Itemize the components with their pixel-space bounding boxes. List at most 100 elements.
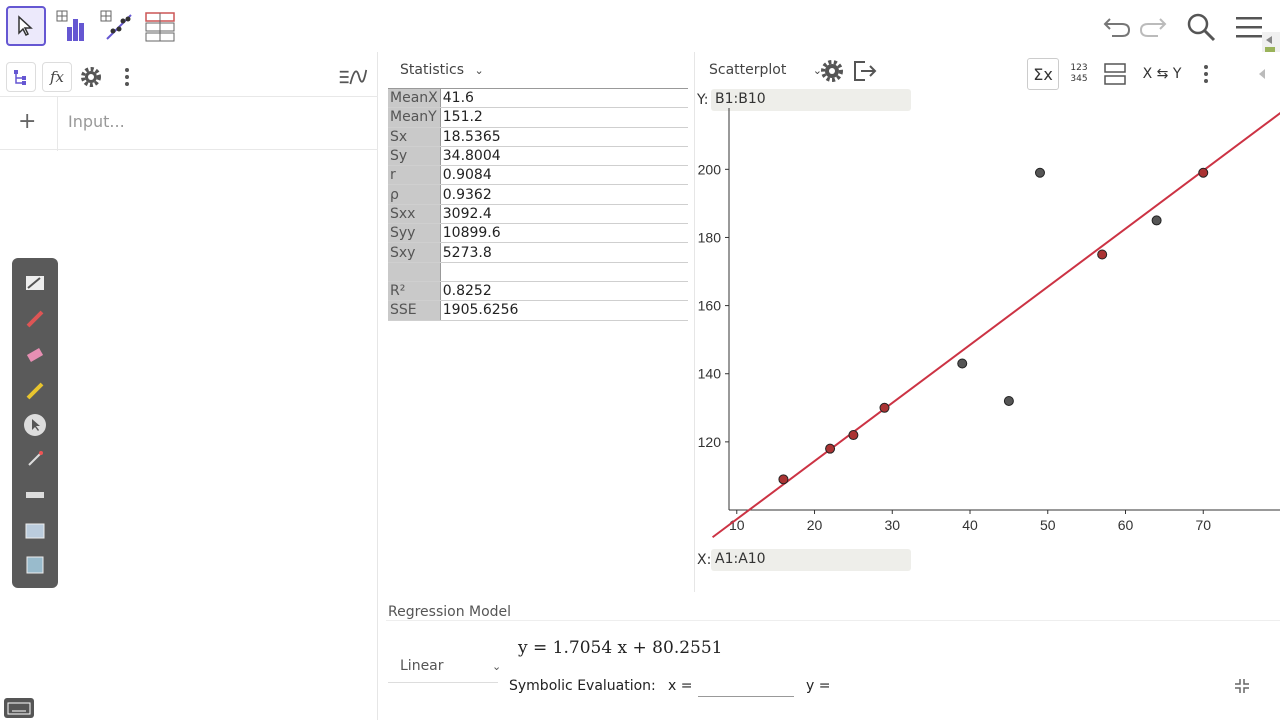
highlighter-button[interactable] xyxy=(20,376,50,406)
statistics-row: SSE 1905.6256 xyxy=(388,300,688,321)
eraser-icon xyxy=(26,348,44,362)
algebra-style-button[interactable] xyxy=(338,62,368,92)
plot-type-dropdown[interactable]: Scatterplot ⌄ xyxy=(709,62,822,78)
split-view-icon xyxy=(1104,63,1126,85)
statistics-row: MeanX 41.6 xyxy=(388,87,688,109)
statistic-value: 1905.6256 xyxy=(440,300,688,321)
scatter-regression-icon xyxy=(100,10,132,40)
x-tick-label: 70 xyxy=(1195,517,1211,533)
ruler-button[interactable] xyxy=(20,480,50,510)
fx-icon: fx xyxy=(49,68,64,86)
collapse-button[interactable] xyxy=(1232,676,1252,696)
laser-pointer-button[interactable] xyxy=(20,444,50,474)
redo-button[interactable] xyxy=(1136,10,1170,44)
pen-mode-button[interactable] xyxy=(20,268,50,298)
top-toolbar xyxy=(0,0,1280,60)
statistics-row: Sy 34.8004 xyxy=(388,146,688,167)
show-statistics-button[interactable]: Σx xyxy=(1027,58,1059,90)
pen-tool-button[interactable] xyxy=(20,304,50,334)
insert-graph-button[interactable] xyxy=(20,516,50,546)
divider xyxy=(57,97,58,151)
number-icon-top: 123 xyxy=(1070,63,1088,73)
x-range-field[interactable]: A1:A10 xyxy=(711,549,911,571)
algebra-toolbar: fx xyxy=(0,56,378,96)
regression-model-dropdown[interactable]: Linear ⌄ xyxy=(400,658,501,674)
statistics-row: Sx 18.5365 xyxy=(388,127,688,147)
data-point xyxy=(1151,215,1162,226)
x-eval-input[interactable] xyxy=(698,696,794,697)
x-tick-label: 20 xyxy=(807,517,823,533)
divider xyxy=(388,682,498,683)
eraser-button[interactable] xyxy=(20,340,50,370)
keyboard-button[interactable] xyxy=(4,698,34,718)
ruler-icon xyxy=(26,492,44,498)
gear-icon xyxy=(821,60,843,82)
algebra-view-button[interactable] xyxy=(6,62,36,92)
statistics-dropdown[interactable]: Statistics ⌄ xyxy=(400,62,484,78)
laser-icon xyxy=(28,451,43,466)
data-point xyxy=(848,430,859,441)
multi-variable-analysis-button[interactable] xyxy=(140,6,180,46)
statistic-value: 0.8252 xyxy=(440,281,688,302)
plot-type-label: Scatterplot xyxy=(709,62,787,78)
statistics-row: MeanY 151.2 xyxy=(388,107,688,128)
keyboard-icon xyxy=(7,702,31,715)
insert-media-button[interactable] xyxy=(20,550,50,580)
multi-variable-icon xyxy=(145,12,175,42)
export-button[interactable] xyxy=(851,58,877,84)
undo-icon xyxy=(1103,18,1131,37)
swap-xy-button[interactable]: X ⇆ Y xyxy=(1135,58,1189,90)
toggle-second-plot-button[interactable] xyxy=(1099,58,1131,90)
search-button[interactable] xyxy=(1184,10,1218,44)
plot-more-button[interactable] xyxy=(1203,64,1215,86)
one-variable-analysis-button[interactable] xyxy=(52,6,92,46)
two-variable-regression-button[interactable] xyxy=(96,6,136,46)
redo-icon xyxy=(1139,18,1167,37)
graph-style-icon xyxy=(339,69,368,85)
search-icon xyxy=(1187,13,1216,42)
divider xyxy=(386,620,1280,621)
data-point xyxy=(1034,167,1045,178)
data-point xyxy=(1097,249,1108,260)
algebra-settings-button[interactable] xyxy=(76,62,106,92)
more-vertical-icon xyxy=(1204,65,1208,83)
statistic-label: R² xyxy=(388,281,441,302)
chevron-down-icon: ⌄ xyxy=(491,660,502,673)
bar-chart-icon xyxy=(56,10,84,41)
statistic-label: Sx xyxy=(388,127,441,147)
statistic-label xyxy=(388,262,441,282)
y-tick-label: 140 xyxy=(698,366,722,382)
select-button[interactable] xyxy=(20,410,50,440)
regression-equation: y = 1.7054 x + 80.2551 xyxy=(518,638,723,658)
pen-icon xyxy=(26,310,44,328)
media-icon xyxy=(26,556,44,574)
data-point xyxy=(825,443,836,454)
x-tick-label: 50 xyxy=(1040,517,1056,533)
algebra-more-button[interactable] xyxy=(112,62,142,92)
statistic-value: 0.9084 xyxy=(440,165,688,186)
collapse-panel-button[interactable] xyxy=(1257,66,1269,80)
statistic-label: Sxx xyxy=(388,204,441,225)
regression-line xyxy=(711,111,1280,539)
statistic-label: r xyxy=(388,165,441,186)
function-button[interactable]: fx xyxy=(42,62,72,92)
move-tool-button[interactable] xyxy=(6,6,46,46)
hamburger-menu-icon xyxy=(1236,17,1262,38)
show-data-button[interactable]: 123 345 xyxy=(1063,58,1095,90)
y-tick-label: 160 xyxy=(698,298,722,314)
statistic-label: ρ xyxy=(388,184,441,205)
statistic-label: Sy xyxy=(388,146,441,167)
symbolic-evaluation-label: Symbolic Evaluation: xyxy=(509,678,656,694)
notebook-icon xyxy=(26,276,44,290)
statistic-label: MeanY xyxy=(388,107,441,128)
plus-icon[interactable]: + xyxy=(18,109,36,134)
undo-button[interactable] xyxy=(1100,10,1134,44)
scatterplot-panel: Scatterplot ⌄ Σx 123 345 X ⇆ Y Y: B1:B10… xyxy=(694,52,1280,592)
statistics-table: MeanX 41.6 MeanY 151.2 Sx 18.5365 Sy 34.8004 r 0.… xyxy=(388,87,688,321)
plot-settings-button[interactable] xyxy=(819,58,845,84)
statistic-value: 10899.6 xyxy=(440,223,688,244)
y-variable-label: Y: xyxy=(697,92,709,108)
algebra-input[interactable]: Input... xyxy=(68,112,125,131)
regression-panel: Regression Model Linear ⌄ y = 1.7054 x +… xyxy=(386,596,1280,720)
main-menu-button[interactable] xyxy=(1232,10,1266,44)
